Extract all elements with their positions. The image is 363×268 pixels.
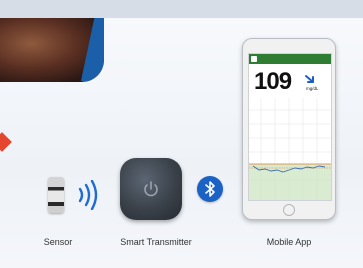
sensor-device [48,177,64,213]
glucose-reading: 109 [254,68,292,95]
glucose-trend-graph [249,98,331,200]
photo-stripe [80,18,104,82]
power-icon [142,180,160,198]
app-screen: 109 mg/dL [248,53,332,201]
smart-transmitter-device [120,158,182,220]
caption-app: Mobile App [266,237,312,247]
top-banner [0,0,363,18]
home-button [283,204,295,216]
photo-thumbnail [0,18,104,82]
glucose-unit: mg/dL [306,86,319,91]
caption-sensor: Sensor [43,237,73,247]
trend-arrow-icon [304,72,316,84]
app-header [249,54,331,64]
app-logo-icon [251,56,257,62]
bluetooth-icon [197,176,223,202]
mobile-phone: 109 mg/dL [242,38,336,220]
caption-transmitter: Smart Transmitter [120,237,192,247]
nfc-signal-icon [76,179,102,211]
